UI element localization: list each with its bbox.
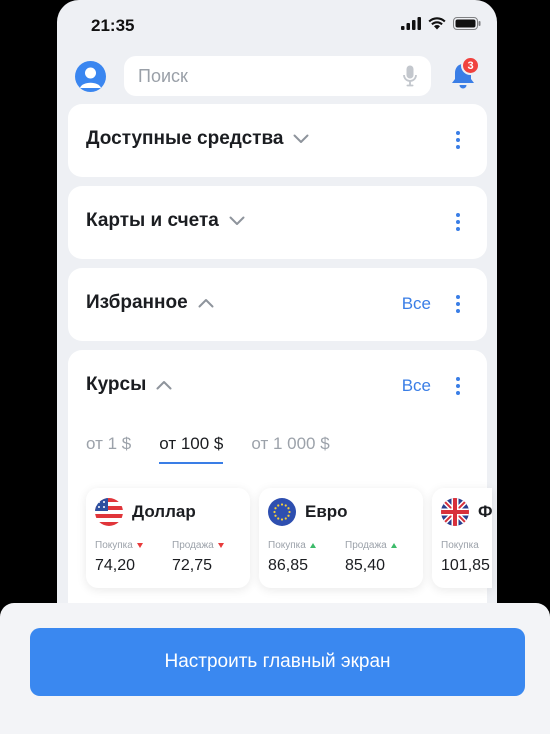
customize-home-button[interactable]: Настроить главный экран xyxy=(30,628,525,696)
currency-card-usd[interactable]: Доллар Покупка 74,20 Продажа 72,75 xyxy=(86,488,250,588)
trend-down-icon xyxy=(136,543,143,548)
status-time: 21:35 xyxy=(91,16,135,35)
trend-down-icon xyxy=(217,543,224,548)
buy-column: Покупка 101,85 xyxy=(441,540,490,575)
buy-column: Покупка 74,20 xyxy=(95,540,143,575)
buy-value: 86,85 xyxy=(268,557,309,574)
rate-tabs: от 1 $ от 100 $ от 1 000 $ xyxy=(86,434,330,464)
currency-name: Ф xyxy=(478,502,493,521)
trend-up-icon xyxy=(309,543,316,548)
section-funds[interactable]: Доступные средства xyxy=(68,104,487,177)
sell-column: Продажа 85,40 xyxy=(345,540,397,575)
buy-value: 74,20 xyxy=(95,557,136,574)
section-cards-label: Карты и счета xyxy=(86,210,219,231)
sell-value: 85,40 xyxy=(345,557,386,574)
section-funds-title: Доступные средства xyxy=(86,128,309,150)
chevron-up-icon[interactable] xyxy=(156,380,172,390)
more-icon[interactable] xyxy=(455,295,461,313)
bottom-sheet: Настроить главный экран xyxy=(0,603,550,734)
search-field[interactable]: Поиск xyxy=(124,56,431,96)
tab-from-1[interactable]: от 1 $ xyxy=(86,434,131,464)
currency-card-gbp[interactable]: Ф Покупка 101,85 xyxy=(432,488,493,588)
buy-label: Покупка xyxy=(268,540,306,551)
status-bar: 21:35 xyxy=(57,0,497,50)
signal-icon xyxy=(401,17,421,30)
section-cards-title: Карты и счета xyxy=(86,210,245,232)
microphone-icon[interactable] xyxy=(403,65,417,87)
eu-flag-icon xyxy=(268,498,296,526)
tab-from-1000[interactable]: от 1 000 $ xyxy=(251,434,329,464)
currency-name: Евро xyxy=(305,502,348,521)
rates-all-link[interactable]: Все xyxy=(402,376,431,396)
more-icon[interactable] xyxy=(455,131,461,149)
section-rates-label: Курсы xyxy=(86,374,147,395)
currency-card-eur[interactable]: Евро Покупка 86,85 Продажа 85,40 xyxy=(259,488,423,588)
buy-value: 101,85 xyxy=(441,557,490,574)
notification-badge: 3 xyxy=(461,56,480,75)
section-favorites-title: Избранное xyxy=(86,292,214,314)
currency-header: Доллар xyxy=(95,498,196,526)
chevron-down-icon[interactable] xyxy=(229,216,245,226)
section-favorites[interactable]: Избранное Все xyxy=(68,268,487,341)
user-icon xyxy=(80,67,101,88)
buy-label: Покупка xyxy=(441,540,479,551)
sell-column: Продажа 72,75 xyxy=(172,540,224,575)
sell-label: Продажа xyxy=(345,540,387,551)
currency-header: Ф xyxy=(441,498,493,526)
status-icons xyxy=(401,17,481,30)
battery-icon xyxy=(453,17,481,30)
section-funds-label: Доступные средства xyxy=(86,128,284,149)
favorites-all-link[interactable]: Все xyxy=(402,294,431,314)
us-flag-icon xyxy=(95,498,123,526)
tab-from-100[interactable]: от 100 $ xyxy=(159,434,224,464)
section-cards[interactable]: Карты и счета xyxy=(68,186,487,259)
section-favorites-label: Избранное xyxy=(86,292,188,313)
buy-label: Покупка xyxy=(95,540,133,551)
top-row: Поиск 3 xyxy=(57,56,497,98)
more-icon[interactable] xyxy=(455,377,461,395)
chevron-down-icon[interactable] xyxy=(293,134,309,144)
buy-column: Покупка 86,85 xyxy=(268,540,316,575)
uk-flag-icon xyxy=(441,498,469,526)
trend-up-icon xyxy=(390,543,397,548)
wifi-icon xyxy=(428,17,446,30)
section-rates-title[interactable]: Курсы xyxy=(86,374,172,396)
search-input[interactable]: Поиск xyxy=(138,66,403,87)
section-rates: Курсы Все от 1 $ от 100 $ от 1 000 $ Дол… xyxy=(68,350,493,640)
sell-label: Продажа xyxy=(172,540,214,551)
currency-header: Евро xyxy=(268,498,348,526)
chevron-up-icon[interactable] xyxy=(198,298,214,308)
more-icon[interactable] xyxy=(455,213,461,231)
avatar[interactable] xyxy=(75,61,106,92)
sell-value: 72,75 xyxy=(172,557,213,574)
currency-name: Доллар xyxy=(132,502,196,521)
